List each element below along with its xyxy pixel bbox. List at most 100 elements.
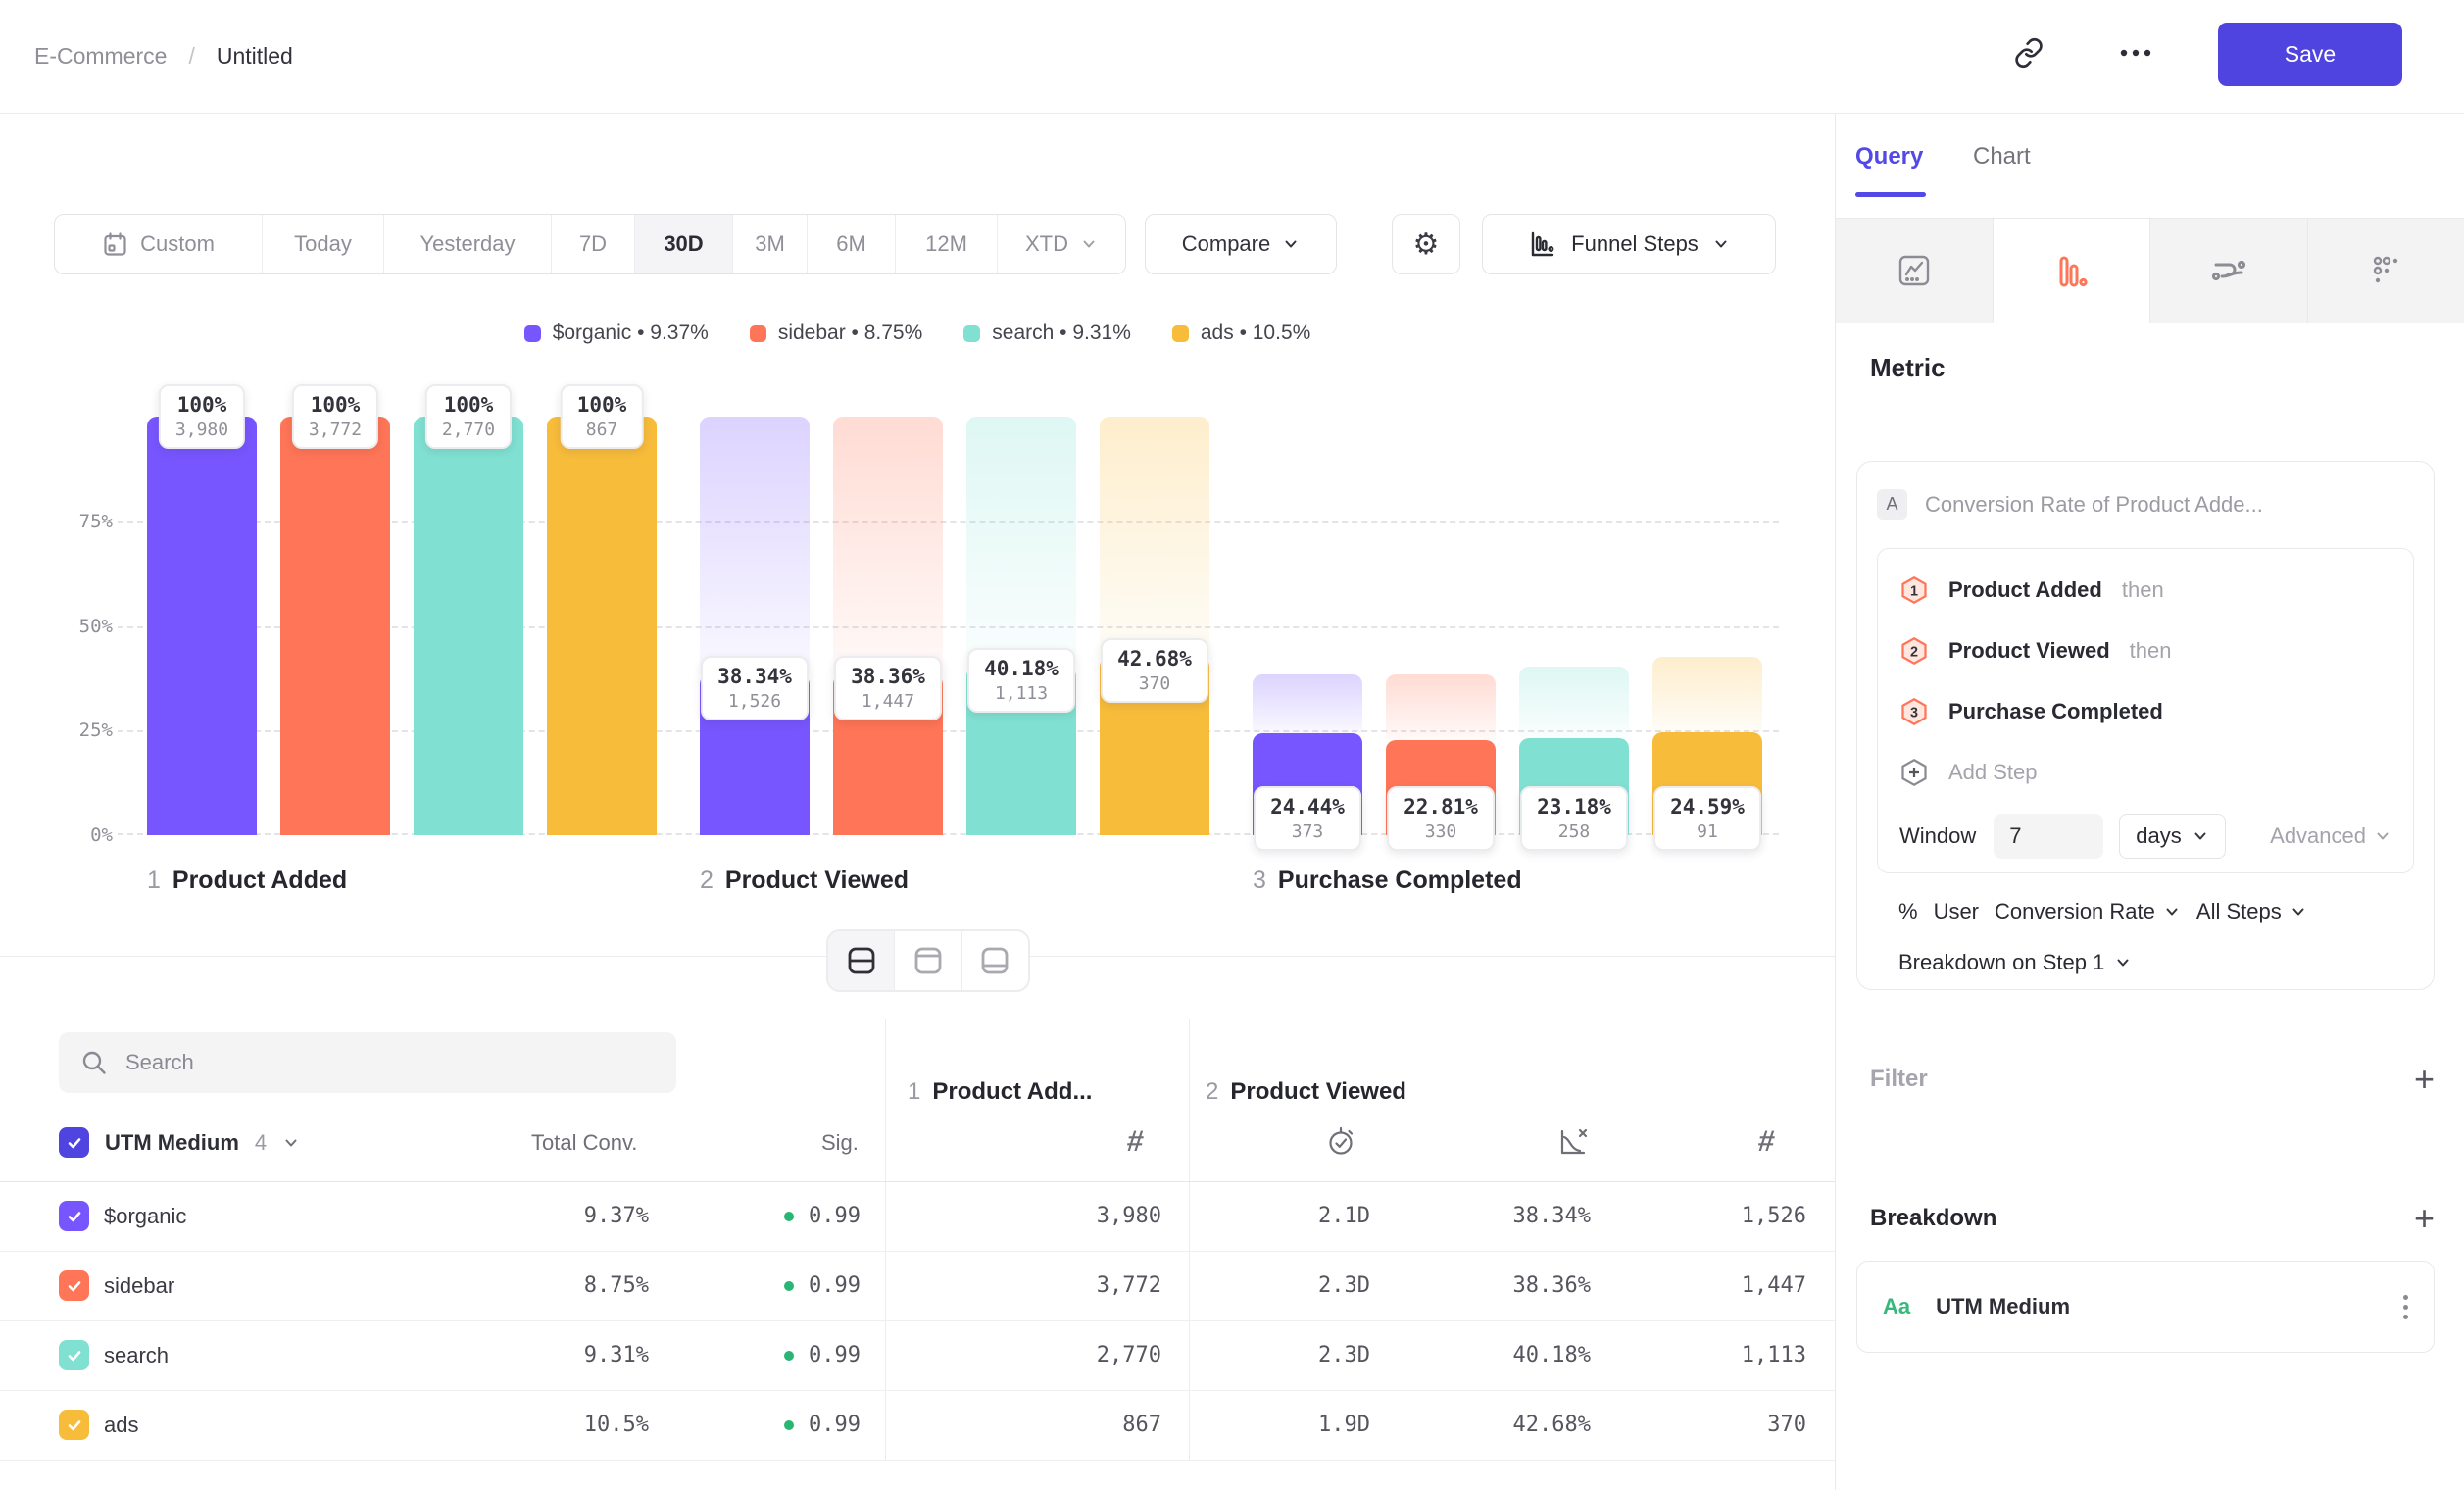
query-step-2[interactable]: 2Product Viewedthen <box>1899 633 2391 669</box>
chart-type-label: Funnel Steps <box>1571 231 1699 257</box>
step-hexagon-badge: 2 <box>1899 636 1929 666</box>
date-range-3m[interactable]: 3M <box>733 215 808 273</box>
bar-value-label: 100%3,980 <box>159 384 245 449</box>
avg-time-icon[interactable] <box>1325 1125 1356 1157</box>
legend-item-sidebar[interactable]: sidebar • 8.75% <box>750 322 922 345</box>
count-icon[interactable]: # <box>1125 1125 1145 1159</box>
charttype-tab-retention[interactable] <box>2308 219 2464 323</box>
bar-count: 2,770 <box>442 420 495 440</box>
metric-row[interactable]: A Conversion Rate of Product Adde... <box>1877 489 2263 520</box>
conv-rate-icon[interactable] <box>1556 1125 1590 1159</box>
date-range-xtd[interactable]: XTD <box>998 215 1125 273</box>
save-button[interactable]: Save <box>2218 23 2402 86</box>
column-total-conv[interactable]: Total Conv. <box>531 1130 637 1156</box>
bar-ads-step1[interactable]: 100%867 <box>547 417 657 835</box>
query-step-3[interactable]: 3Purchase Completed <box>1899 694 2391 729</box>
funnel-icon <box>2051 252 2091 291</box>
split-rows-icon <box>846 945 877 976</box>
column-sig[interactable]: Sig. <box>821 1130 859 1156</box>
bar-count: 3,772 <box>309 420 362 440</box>
legend-item-organic[interactable]: $organic • 9.37% <box>524 322 709 345</box>
chart-type-dropdown[interactable]: Funnel Steps <box>1482 214 1776 274</box>
sig-dot <box>784 1351 794 1361</box>
percent-icon: % <box>1898 899 1918 924</box>
compare-button[interactable]: Compare <box>1145 214 1337 274</box>
tab-query[interactable]: Query <box>1855 143 1923 171</box>
legend-item-search[interactable]: search • 9.31% <box>963 322 1131 345</box>
bar-count: 867 <box>577 420 627 440</box>
step-cell-value: 1,447 <box>1742 1273 1806 1298</box>
more-actions-button[interactable] <box>2109 31 2162 74</box>
step-cell-value: 40.18% <box>1513 1343 1591 1367</box>
window-value-input[interactable] <box>1994 814 2103 859</box>
date-range-label: Yesterday <box>419 231 515 257</box>
row-checkbox-organic[interactable] <box>59 1201 89 1231</box>
bar-search-step2[interactable]: 40.18%1,113 <box>966 417 1076 835</box>
metric-type-dropdown[interactable]: Conversion Rate <box>1995 899 2181 924</box>
active-tab-underline <box>1855 192 1926 197</box>
row-name: ads <box>104 1413 138 1438</box>
date-range-today[interactable]: Today <box>263 215 384 273</box>
layout-toggle <box>826 929 1030 992</box>
bar-search-step3[interactable]: 23.18%258 <box>1519 417 1629 835</box>
layout-panel-top-button[interactable] <box>895 931 961 990</box>
step-name: Product Added <box>172 867 347 895</box>
layout-panel-bottom-button[interactable] <box>962 931 1028 990</box>
bar-organic-step1[interactable]: 100%3,980 <box>147 417 257 835</box>
bar-sidebar-step2[interactable]: 38.36%1,447 <box>833 417 943 835</box>
select-all-checkbox[interactable] <box>59 1127 89 1158</box>
charttype-tab-funnel[interactable] <box>1994 219 2151 323</box>
charttype-tab-flows[interactable] <box>2150 219 2308 323</box>
charttype-tab-insights[interactable] <box>1836 219 1994 323</box>
row-checkbox-ads[interactable] <box>59 1410 89 1440</box>
kebab-menu-icon[interactable] <box>2403 1295 2408 1319</box>
bar-organic-step3[interactable]: 24.44%373 <box>1253 417 1362 835</box>
tab-chart[interactable]: Chart <box>1973 143 2031 171</box>
row-name: $organic <box>104 1204 186 1229</box>
bar-sidebar-step1[interactable]: 100%3,772 <box>280 417 390 835</box>
row-checkbox-sidebar[interactable] <box>59 1270 89 1301</box>
y-axis: 75%50%25%0% <box>39 417 113 835</box>
date-range-6m[interactable]: 6M <box>808 215 896 273</box>
legend-item-ads[interactable]: ads • 10.5% <box>1172 322 1310 345</box>
copy-link-button[interactable] <box>2007 31 2050 74</box>
breadcrumb-workspace[interactable]: E-Commerce <box>34 43 167 70</box>
bar-value-label: 23.18%258 <box>1520 786 1628 851</box>
date-range-7d[interactable]: 7D <box>552 215 635 273</box>
bar-search-step1[interactable]: 100%2,770 <box>414 417 523 835</box>
layout-split-rows-button[interactable] <box>828 931 895 990</box>
query-step-1[interactable]: 1Product Addedthen <box>1899 572 2391 608</box>
add-step-button[interactable]: Add Step <box>1899 755 2391 790</box>
step-suffix: then <box>2122 577 2164 603</box>
window-unit-dropdown[interactable]: days <box>2119 814 2225 859</box>
add-filter-icon[interactable]: + <box>2414 1065 2435 1094</box>
bar-pct: 22.81% <box>1404 795 1478 819</box>
advanced-dropdown[interactable]: Advanced <box>2270 823 2391 849</box>
string-type-icon: Aa <box>1883 1294 1910 1319</box>
search-input[interactable] <box>125 1050 635 1075</box>
steps-scope-dropdown[interactable]: All Steps <box>2196 899 2307 924</box>
date-range-12m[interactable]: 12M <box>896 215 998 273</box>
dropoff-ghost-bar <box>833 417 943 674</box>
date-range-yesterday[interactable]: Yesterday <box>384 215 552 273</box>
measurement-row: % User Conversion Rate All Steps <box>1898 899 2307 924</box>
breakdown-on-dropdown[interactable]: Breakdown on Step 1 <box>1898 950 2132 975</box>
panel-top-icon <box>912 945 944 976</box>
date-range-30d[interactable]: 30D <box>635 215 733 273</box>
add-breakdown-icon[interactable]: + <box>2414 1204 2435 1233</box>
table-groupby-header[interactable]: UTM Medium 4 <box>59 1127 300 1158</box>
breakdown-item[interactable]: Aa UTM Medium <box>1856 1261 2435 1353</box>
chart-settings-button[interactable]: ⚙ <box>1392 214 1460 274</box>
row-border <box>0 1320 1835 1321</box>
bar-sidebar-step3[interactable]: 22.81%330 <box>1386 417 1496 835</box>
bar-ads-step2[interactable]: 42.68%370 <box>1100 417 1209 835</box>
bar-ads-step3[interactable]: 24.59%91 <box>1652 417 1762 835</box>
table-header-border <box>0 1181 1835 1182</box>
count-icon[interactable]: # <box>1756 1125 1776 1159</box>
report-title[interactable]: Untitled <box>217 43 293 70</box>
row-checkbox-search[interactable] <box>59 1340 89 1370</box>
bar-organic-step2[interactable]: 38.34%1,526 <box>700 417 810 835</box>
date-range-custom[interactable]: Custom <box>55 215 263 273</box>
entity-label[interactable]: User <box>1934 899 1979 924</box>
total-conv-value: 9.37% <box>584 1204 649 1228</box>
